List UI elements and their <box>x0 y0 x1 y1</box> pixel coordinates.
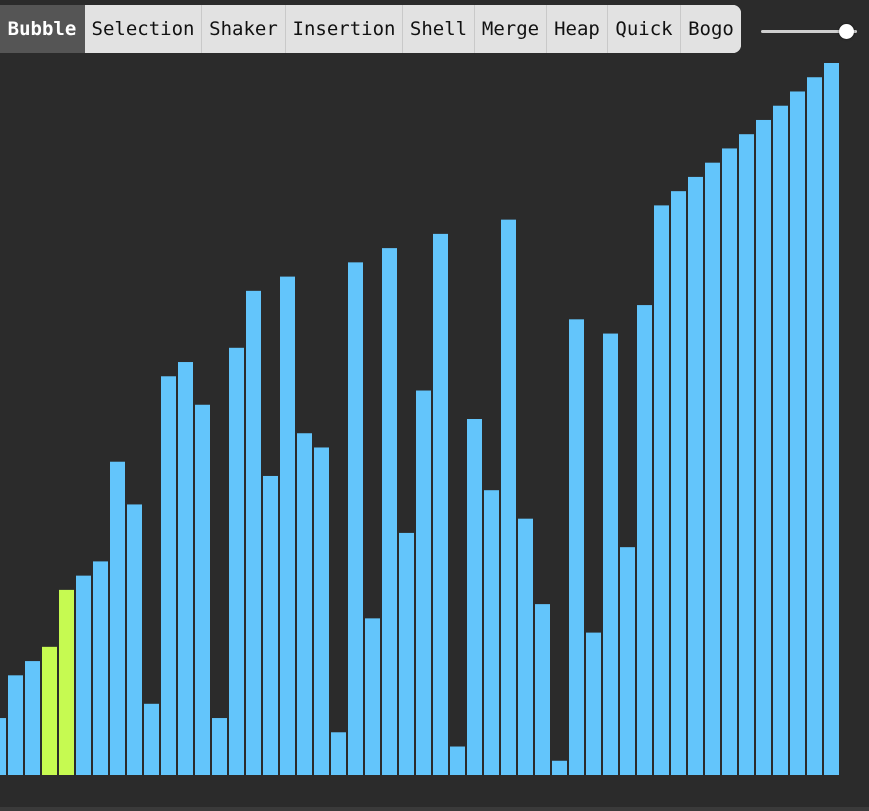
bar <box>399 532 414 775</box>
bar-compared <box>42 646 57 775</box>
tab-selection[interactable]: Selection <box>85 5 202 53</box>
bar <box>246 290 261 775</box>
tab-bubble[interactable]: Bubble <box>0 5 85 53</box>
bar <box>739 134 754 775</box>
bar <box>569 319 584 775</box>
bar <box>348 262 363 775</box>
bar <box>110 461 125 775</box>
bar <box>144 703 159 775</box>
bar <box>433 233 448 775</box>
tab-quick[interactable]: Quick <box>608 5 681 53</box>
tab-insertion[interactable]: Insertion <box>286 5 403 53</box>
bar <box>263 475 278 775</box>
bar <box>756 119 771 775</box>
bar <box>603 333 618 775</box>
tab-heap[interactable]: Heap <box>547 5 608 53</box>
bar <box>518 518 533 775</box>
bar <box>586 632 601 775</box>
tab-shell[interactable]: Shell <box>403 5 475 53</box>
bar <box>331 732 346 775</box>
bar <box>314 447 329 775</box>
bar <box>365 618 380 775</box>
bar-compared <box>59 589 74 775</box>
bar <box>93 561 108 775</box>
bar <box>0 718 6 775</box>
speed-slider[interactable] <box>761 24 861 40</box>
bar <box>25 661 40 775</box>
bar <box>450 746 465 775</box>
bar <box>807 77 822 776</box>
bar <box>705 162 720 775</box>
bar <box>416 390 431 775</box>
bar <box>212 718 227 775</box>
bar <box>535 604 550 775</box>
bar <box>790 91 805 776</box>
bar <box>688 176 703 776</box>
tab-merge[interactable]: Merge <box>475 5 547 53</box>
speed-slider-thumb[interactable] <box>839 24 855 39</box>
tab-shaker[interactable]: Shaker <box>202 5 286 53</box>
sort-visualizer-app: Bubble Selection Shaker Insertion Shell … <box>0 0 869 811</box>
bar <box>161 376 176 775</box>
bar <box>722 148 737 775</box>
bar <box>824 63 839 775</box>
bar <box>773 105 788 776</box>
bar <box>467 419 482 775</box>
bar <box>297 433 312 775</box>
bar <box>501 219 516 775</box>
bar <box>280 276 295 775</box>
algorithm-tab-bar: Bubble Selection Shaker Insertion Shell … <box>0 5 741 53</box>
bar <box>654 205 669 775</box>
bar-chart <box>0 63 839 776</box>
bar <box>76 575 91 775</box>
bar <box>178 362 193 775</box>
bar <box>127 504 142 775</box>
bar <box>484 490 499 775</box>
bar <box>637 305 652 775</box>
bar <box>382 248 397 775</box>
bar <box>671 191 686 775</box>
bar <box>195 404 210 775</box>
bar <box>8 675 23 775</box>
bar <box>552 760 567 775</box>
bar <box>620 547 635 775</box>
bar <box>229 347 244 775</box>
bottom-divider <box>0 807 869 811</box>
tab-bogo[interactable]: Bogo <box>681 5 741 53</box>
